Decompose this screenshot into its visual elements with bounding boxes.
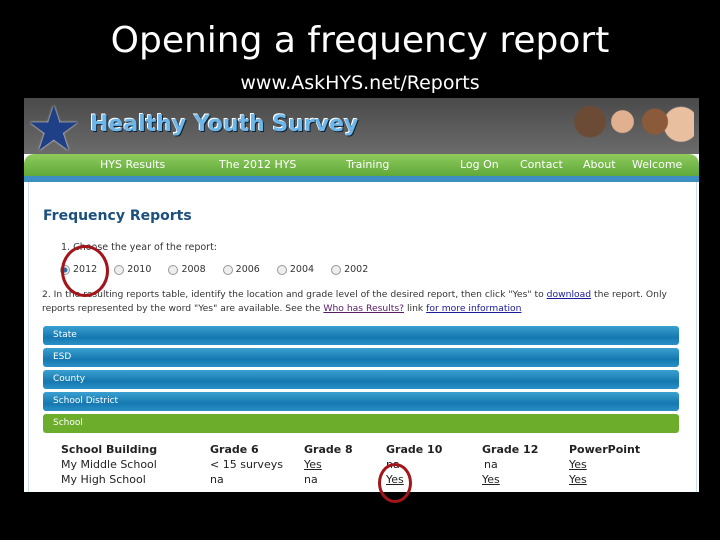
radio-2004[interactable]: 2004 bbox=[276, 264, 314, 275]
level-state[interactable]: State bbox=[43, 326, 679, 345]
nav-about[interactable]: About bbox=[583, 158, 616, 171]
col-header: Grade 12 bbox=[482, 443, 539, 456]
radio-2008[interactable]: 2008 bbox=[168, 264, 206, 275]
cell-value: na bbox=[210, 473, 224, 486]
radio-2010[interactable]: 2010 bbox=[114, 264, 151, 275]
site-logo[interactable]: Healthy Youth Survey bbox=[90, 112, 358, 137]
cell-value: < 15 surveys bbox=[210, 458, 283, 471]
cell-value: na bbox=[484, 458, 498, 471]
col-header: School Building bbox=[61, 443, 158, 456]
col-header: PowerPoint bbox=[569, 443, 641, 456]
yes-link[interactable]: Yes bbox=[569, 473, 587, 486]
yes-link[interactable]: Yes bbox=[482, 473, 500, 486]
level-county[interactable]: County bbox=[43, 370, 679, 389]
radio-2006[interactable]: 2006 bbox=[222, 264, 260, 275]
radio-icon[interactable] bbox=[168, 264, 179, 275]
level-esd[interactable]: ESD bbox=[43, 348, 679, 367]
radio-icon[interactable] bbox=[276, 264, 287, 275]
radio-icon[interactable] bbox=[222, 264, 233, 275]
page-heading: Frequency Reports bbox=[43, 208, 192, 224]
radio-icon[interactable] bbox=[331, 264, 342, 275]
header-photo bbox=[564, 100, 694, 154]
radio-2002[interactable]: 2002 bbox=[331, 264, 368, 275]
main-nav: HYS Results The 2012 HYS Training Log On… bbox=[24, 154, 699, 176]
nav-2012-hys[interactable]: The 2012 HYS bbox=[219, 158, 296, 171]
website-screenshot: ★ Healthy Youth Survey HYS Results The 2… bbox=[24, 98, 699, 492]
site-header: ★ Healthy Youth Survey bbox=[24, 98, 699, 160]
nav-training[interactable]: Training bbox=[346, 158, 389, 171]
cell-value: na bbox=[304, 473, 318, 486]
slide-title: Opening a frequency report bbox=[110, 20, 610, 61]
star-logo-icon: ★ bbox=[26, 98, 82, 165]
row-school-name: My Middle School bbox=[61, 458, 157, 471]
radio-icon[interactable] bbox=[114, 264, 125, 275]
nav-hys-results[interactable]: HYS Results bbox=[100, 158, 165, 171]
more-info-link[interactable]: for more information bbox=[426, 303, 521, 314]
nav-log-on[interactable]: Log On bbox=[460, 158, 499, 171]
col-header: Grade 6 bbox=[210, 443, 259, 456]
nav-welcome[interactable]: Welcome bbox=[632, 158, 682, 171]
yes-link[interactable]: Yes bbox=[304, 458, 322, 471]
annotation-circle-yes bbox=[378, 463, 412, 503]
nav-contact[interactable]: Contact bbox=[520, 158, 563, 171]
annotation-circle-year bbox=[61, 245, 109, 297]
row-school-name: My High School bbox=[61, 473, 146, 486]
yes-link[interactable]: Yes bbox=[569, 458, 587, 471]
who-has-results-link[interactable]: Who has Results? bbox=[323, 303, 404, 314]
slide-subtitle: www.AskHYS.net/Reports bbox=[240, 72, 480, 94]
col-header: Grade 8 bbox=[304, 443, 353, 456]
download-link[interactable]: download bbox=[547, 289, 591, 300]
col-header: Grade 10 bbox=[386, 443, 443, 456]
level-school-district[interactable]: School District bbox=[43, 392, 679, 411]
level-school[interactable]: School bbox=[43, 414, 679, 433]
step2-text: 2. In the resulting reports table, ident… bbox=[42, 289, 667, 314]
